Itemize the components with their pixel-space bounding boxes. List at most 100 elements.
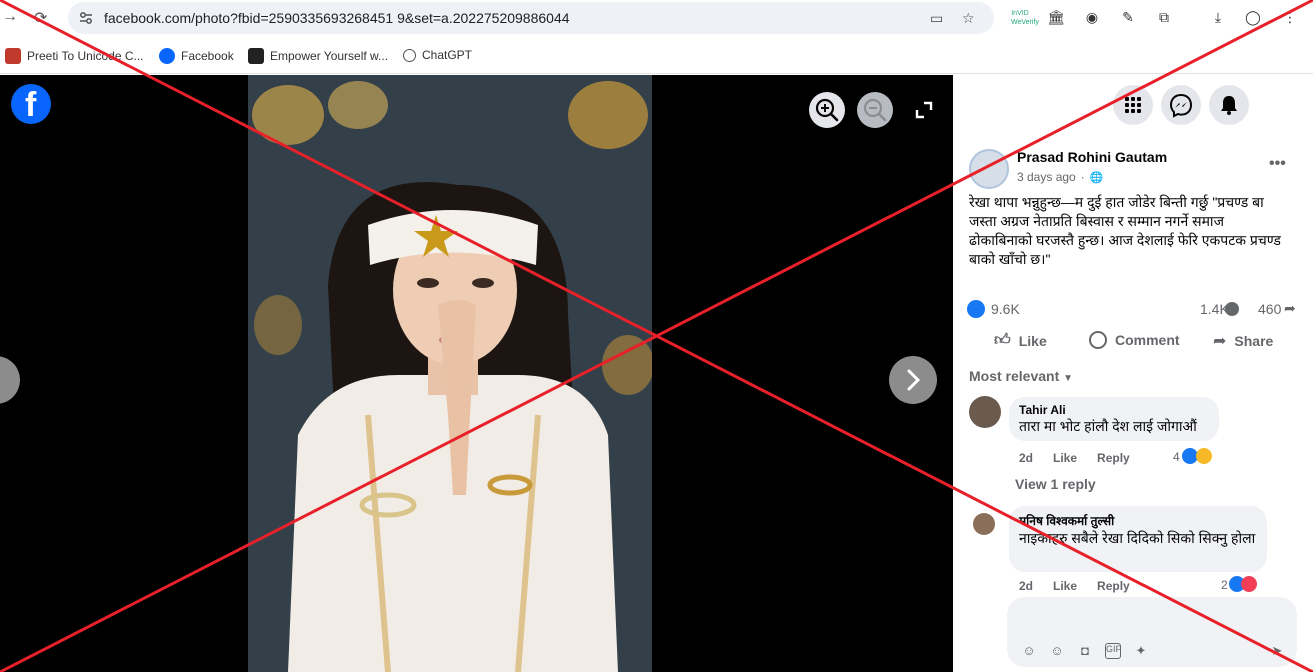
post-meta: 3 days ago · 🌐 bbox=[1017, 170, 1103, 184]
more-options-icon[interactable]: ••• bbox=[1269, 155, 1286, 173]
send-icon[interactable]: ➤ bbox=[1269, 643, 1285, 659]
comment-composer[interactable]: ☺ ☺ ◘ GIF ✦ ➤ bbox=[1007, 597, 1297, 667]
page: → ⟳ facebook.com/photo?fbid=259033569326… bbox=[0, 0, 1313, 672]
gif-icon[interactable]: GIF bbox=[1105, 643, 1121, 659]
preeti-icon bbox=[5, 48, 21, 64]
comment-reply-button[interactable]: Reply bbox=[1097, 451, 1130, 465]
comment-like-button[interactable]: Like bbox=[1053, 451, 1077, 465]
share-label: Share bbox=[1234, 333, 1274, 349]
reactions-row: 9.6K 1.4K 460 ➦ bbox=[965, 299, 1305, 321]
bookmark-empower[interactable]: Empower Yourself w... bbox=[248, 48, 388, 64]
camera-icon[interactable]: ◘ bbox=[1077, 643, 1093, 659]
zoom-in-button[interactable] bbox=[809, 92, 845, 128]
url-text[interactable]: facebook.com/photo?fbid=2590335693268451… bbox=[104, 10, 570, 26]
zoom-in-icon bbox=[815, 98, 839, 122]
reaction-count[interactable]: 9.6K bbox=[991, 301, 1020, 317]
author-avatar[interactable] bbox=[969, 149, 1009, 189]
bookmark-facebook[interactable]: Facebook bbox=[159, 48, 234, 64]
notifications-button[interactable] bbox=[1209, 85, 1249, 125]
invid-extension-icon[interactable]: InVID WeVerify bbox=[1011, 9, 1039, 27]
comment-text: नाइकाहरु सबैले रेखा दिदिको सिको सिक्नु ह… bbox=[1019, 530, 1256, 546]
browser-toolbar: → ⟳ facebook.com/photo?fbid=259033569326… bbox=[0, 0, 1313, 38]
comment-time[interactable]: 2d bbox=[1019, 579, 1033, 593]
facebook-logo-icon[interactable]: f bbox=[11, 84, 51, 124]
comment-bubble: Tahir Ali तारा मा भोट हांलौ देश लाई जोगा… bbox=[1009, 397, 1219, 441]
globe-icon: 🌐 bbox=[1089, 171, 1104, 184]
menu-kebab-icon[interactable]: ⋮ bbox=[1281, 9, 1299, 27]
post-panel: Prasad Rohini Gautam 3 days ago · 🌐 ••• … bbox=[953, 75, 1313, 672]
thumbs-up-icon: 👍︎ bbox=[994, 332, 1011, 349]
bell-icon bbox=[1221, 96, 1237, 115]
dot-separator: · bbox=[1080, 170, 1085, 184]
share-button[interactable]: ➦ Share bbox=[1213, 331, 1273, 351]
fullscreen-icon bbox=[915, 101, 933, 119]
emoji-icon[interactable]: ☺ bbox=[1049, 643, 1065, 659]
share-count-icon: ➦ bbox=[1284, 300, 1296, 316]
previous-photo-button[interactable] bbox=[0, 356, 20, 404]
bookmark-chatgpt[interactable]: ChatGPT bbox=[403, 48, 472, 62]
extension-icon[interactable]: ✎ bbox=[1119, 9, 1137, 27]
commenter-name[interactable]: Tahir Ali bbox=[1019, 403, 1209, 417]
empower-icon bbox=[248, 48, 264, 64]
extensions-puzzle-icon[interactable]: ⧉ bbox=[1155, 9, 1173, 27]
comment-reaction-count[interactable]: 4 bbox=[1173, 450, 1180, 464]
comment-time[interactable]: 2d bbox=[1019, 451, 1033, 465]
profile-icon[interactable]: ◯ bbox=[1244, 9, 1262, 27]
fullscreen-button[interactable] bbox=[906, 92, 942, 128]
comment-like-button[interactable]: Like bbox=[1053, 579, 1077, 593]
grid-menu-icon bbox=[1125, 97, 1141, 113]
commenter-avatar[interactable] bbox=[969, 396, 1001, 428]
post-actions: 👍︎ Like Comment ➦ Share bbox=[965, 331, 1305, 355]
avatar-sticker-icon[interactable]: ☺ bbox=[1021, 643, 1037, 659]
bookmarks-bar: Preeti To Unicode C... Facebook Empower … bbox=[0, 38, 1313, 74]
comment-sort-dropdown[interactable]: Most relevant ▼ bbox=[969, 368, 1073, 384]
sticker-icon[interactable]: ✦ bbox=[1133, 643, 1149, 659]
comment-bubble: मनिष विश्वकर्मा तुल्सी नाइकाहरु सबैले रे… bbox=[1009, 506, 1267, 572]
view-replies-link[interactable]: View 1 reply bbox=[1015, 476, 1096, 492]
comment-icon bbox=[1089, 331, 1107, 349]
next-photo-button[interactable] bbox=[889, 356, 937, 404]
back-icon[interactable]: → bbox=[2, 8, 18, 26]
chevron-right-icon bbox=[907, 369, 921, 391]
bookmark-star-icon[interactable]: ☆ bbox=[962, 10, 975, 27]
comment-love-icon bbox=[1241, 576, 1257, 592]
share-count[interactable]: 460 bbox=[1258, 301, 1281, 317]
comment-button[interactable]: Comment bbox=[1089, 331, 1180, 349]
photo-illustration bbox=[248, 75, 652, 672]
like-label: Like bbox=[1018, 332, 1047, 349]
color-extension-icon[interactable]: ◉ bbox=[1083, 9, 1101, 27]
messenger-icon bbox=[1169, 93, 1193, 118]
chatgpt-icon bbox=[403, 48, 416, 62]
bookmark-label: Preeti To Unicode C... bbox=[27, 49, 144, 63]
download-icon[interactable]: ⤓ bbox=[1209, 9, 1227, 27]
install-app-icon[interactable]: ▭ bbox=[930, 10, 943, 27]
comment-haha-icon bbox=[1196, 448, 1212, 464]
sort-label: Most relevant bbox=[969, 368, 1060, 384]
facebook-logo-letter: f bbox=[25, 86, 37, 124]
bookmark-label: ChatGPT bbox=[422, 48, 473, 62]
zoom-out-icon bbox=[863, 98, 887, 122]
post-author[interactable]: Prasad Rohini Gautam bbox=[1017, 149, 1167, 165]
like-button[interactable]: 👍︎ Like bbox=[994, 331, 1047, 350]
messenger-button[interactable] bbox=[1161, 85, 1201, 125]
share-icon: ➦ bbox=[1213, 333, 1227, 350]
site-settings-icon[interactable] bbox=[78, 10, 94, 26]
address-bar[interactable]: facebook.com/photo?fbid=2590335693268451… bbox=[68, 2, 994, 34]
archive-extension-icon[interactable]: 🏛 bbox=[1047, 9, 1065, 27]
zoom-out-button[interactable] bbox=[857, 92, 893, 128]
commenter-avatar[interactable] bbox=[973, 513, 995, 535]
commenter-name[interactable]: मनिष विश्वकर्मा तुल्सी bbox=[1019, 512, 1257, 529]
post-time[interactable]: 3 days ago bbox=[1017, 170, 1076, 184]
menu-button[interactable] bbox=[1113, 85, 1153, 125]
post-photo bbox=[248, 75, 652, 672]
bookmark-preeti[interactable]: Preeti To Unicode C... bbox=[5, 48, 144, 64]
like-reaction-icon bbox=[967, 300, 985, 318]
photo-viewer: f bbox=[0, 75, 953, 672]
comment-text: तारा मा भोट हांलौ देश लाई जोगाऔं bbox=[1019, 418, 1197, 434]
comment-meta: 2d Like Reply bbox=[1019, 579, 1130, 593]
facebook-icon bbox=[159, 48, 175, 64]
reload-icon[interactable]: ⟳ bbox=[34, 8, 47, 28]
comment-label: Comment bbox=[1115, 332, 1180, 348]
comment-reaction-count[interactable]: 2 bbox=[1221, 578, 1228, 592]
comment-reply-button[interactable]: Reply bbox=[1097, 579, 1130, 593]
